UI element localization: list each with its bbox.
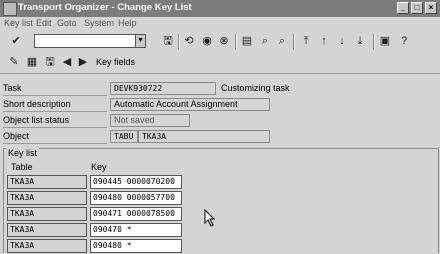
minimize-button[interactable]: _	[397, 2, 409, 14]
object-list-status-field: Not saved	[110, 114, 190, 127]
next-page-icon[interactable]: ↓	[334, 34, 350, 50]
new-session-icon[interactable]: ▣	[377, 34, 393, 50]
check-icon[interactable]: ✔	[8, 34, 24, 50]
table-cell: TKA3A	[7, 191, 87, 205]
key-column-header: Key	[91, 162, 107, 172]
key-cell[interactable]: 090480 *	[90, 239, 182, 253]
menu-goto[interactable]: Goto	[57, 18, 77, 28]
save-icon[interactable]: 🖫	[160, 34, 176, 50]
object-list-status-label: Object list status	[3, 114, 107, 128]
key-cell[interactable]: 090471 0000078500	[90, 207, 182, 221]
find-next-icon[interactable]: ⌕	[274, 34, 290, 50]
key-list-title: Key list	[6, 148, 40, 158]
table-cell: TKA3A	[7, 239, 87, 253]
edit-pen-icon[interactable]: ✎	[6, 55, 22, 71]
first-page-icon[interactable]: ⤒	[298, 34, 314, 50]
key-fields-button[interactable]: Key fields	[96, 57, 135, 67]
menu-key-list[interactable]: Key list	[4, 18, 33, 28]
command-field[interactable]	[34, 34, 146, 48]
window-title: Transport Organizer - Change Key List	[18, 2, 192, 13]
task-label: Task	[3, 82, 107, 96]
object-label: Object	[3, 130, 107, 144]
menu-system[interactable]: System	[84, 18, 114, 28]
maximize-button[interactable]: □	[411, 2, 423, 14]
table-cell: TKA3A	[7, 175, 87, 189]
table-cell: TKA3A	[7, 223, 87, 237]
menu-help[interactable]: Help	[118, 18, 137, 28]
standard-toolbar: ✔ ▼ 🖫 ⟲ ◉ ⊗ ▤ ⌕ ⌕ ⤒ ↑ ↓ ⤓ ▣ ?	[0, 31, 440, 54]
task-type-text: Customizing task	[221, 83, 290, 93]
menu-bar: Key list Edit Goto System Help	[0, 17, 440, 32]
window-title-bar: Transport Organizer - Change Key List _ …	[0, 0, 440, 17]
object-name-field: TKA3A	[138, 130, 270, 143]
last-page-icon[interactable]: ⤓	[352, 34, 368, 50]
key-cell[interactable]: 090480 0000057700	[90, 191, 182, 205]
close-button[interactable]: ×	[425, 2, 437, 14]
prev-page-icon[interactable]: ↑	[316, 34, 332, 50]
cancel-icon[interactable]: ⊗	[216, 34, 232, 50]
menu-edit[interactable]: Edit	[36, 18, 52, 28]
next-icon[interactable]: ▶	[75, 55, 91, 71]
save-list-icon[interactable]: 🖫	[42, 55, 58, 71]
display-icon[interactable]: ▦	[24, 55, 40, 71]
help-icon[interactable]: ?	[396, 34, 412, 50]
command-dropdown-icon[interactable]: ▼	[135, 34, 146, 48]
table-cell: TKA3A	[7, 207, 87, 221]
prev-icon[interactable]: ◀	[59, 55, 75, 71]
find-icon[interactable]: ⌕	[257, 34, 273, 50]
back-icon[interactable]: ⟲	[181, 34, 197, 50]
exit-icon[interactable]: ◉	[199, 34, 215, 50]
print-icon[interactable]: ▤	[239, 34, 255, 50]
table-column-header: Table	[11, 162, 33, 172]
task-field: DEVK930722	[110, 82, 216, 95]
short-description-label: Short description	[3, 98, 107, 112]
object-type-field: TABU	[110, 130, 138, 143]
key-cell[interactable]: 090470 *	[90, 223, 182, 237]
mouse-cursor-icon	[204, 209, 216, 227]
short-description-field: Automatic Account Assignment	[110, 98, 270, 111]
sap-window-icon[interactable]	[3, 2, 17, 16]
key-cell[interactable]: 090445 0000070200	[90, 175, 182, 189]
application-toolbar: ✎ ▦ 🖫 ◀ ▶ Key fields	[0, 53, 440, 74]
